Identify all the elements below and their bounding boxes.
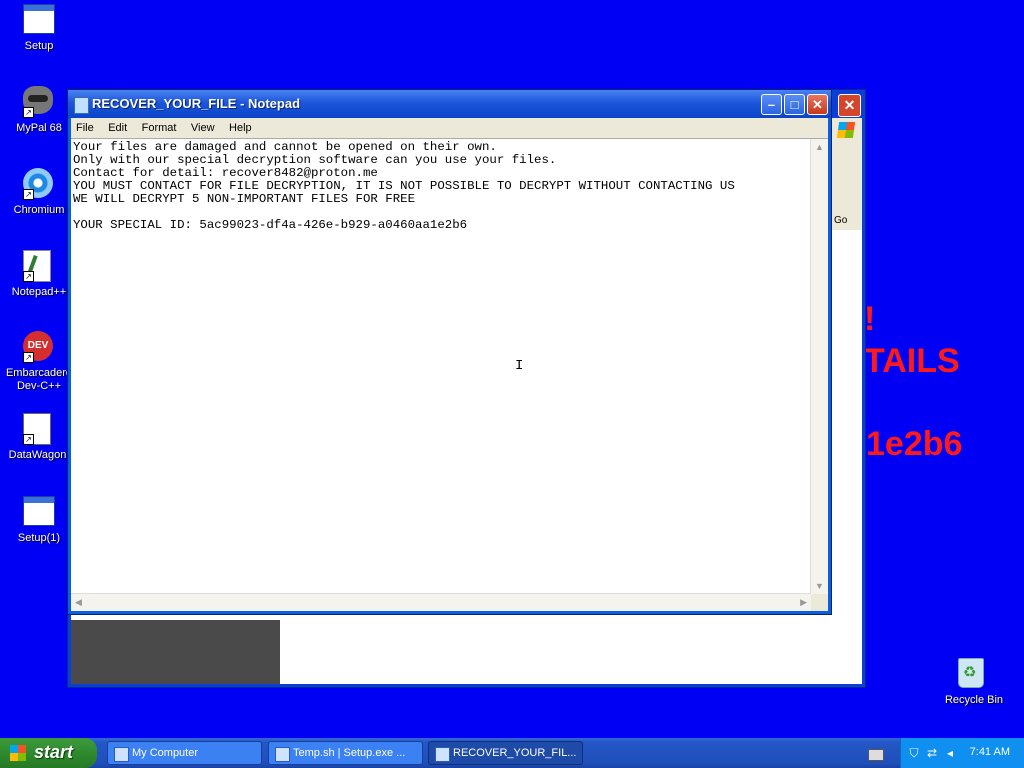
taskbar-item-my-computer[interactable]: My Computer (107, 741, 262, 765)
menu-format[interactable]: Format (137, 119, 182, 134)
taskbar-item-label: My Computer (132, 747, 199, 759)
taskbar-item-label: RECOVER_YOUR_FIL... (453, 747, 577, 759)
start-button[interactable]: start (0, 738, 97, 768)
back-window-dark-panel (71, 620, 280, 684)
window-icon (23, 4, 55, 36)
notepad-icon (435, 747, 450, 762)
notepadpp-icon: ↗ (23, 250, 55, 282)
setup-exe-icon (275, 747, 290, 762)
security-shield-icon[interactable]: ⛉ (907, 746, 921, 760)
go-button[interactable]: Go (834, 215, 858, 226)
taskbar-item-temp-sh[interactable]: Temp.sh | Setup.exe ... (268, 741, 423, 765)
desktop-icon-label: Recycle Bin (944, 694, 1004, 706)
document-icon: ↗ (23, 413, 55, 445)
maximize-button[interactable]: □ (784, 94, 805, 115)
scroll-up-icon[interactable]: ▲ (815, 142, 824, 152)
desktop-icon-setup[interactable]: Setup (0, 4, 78, 53)
background-ransom-text: 1e2b6 (866, 425, 963, 463)
notepad-window[interactable]: RECOVER_YOUR_FILE - Notepad – □ ✕ File E… (67, 89, 832, 615)
ransom-note-text[interactable]: Your files are damaged and cannot be ope… (73, 141, 810, 593)
volume-icon[interactable]: ◂ (943, 746, 957, 760)
menu-bar: File Edit Format View Help (71, 118, 828, 138)
vertical-scrollbar[interactable]: ▲ ▼ (810, 139, 828, 594)
keyboard-icon[interactable] (868, 749, 884, 761)
raccoon-icon: ↗ (23, 86, 55, 118)
taskbar-item-notepad[interactable]: RECOVER_YOUR_FIL... (428, 741, 583, 765)
notepad-icon (74, 97, 89, 114)
taskbar: start My Computer Temp.sh | Setup.exe ..… (0, 738, 1024, 768)
desktop-icon-recycle-bin[interactable]: Recycle Bin (935, 658, 1013, 707)
background-ransom-text: TAILS (864, 342, 960, 380)
text-editor-area[interactable]: Your files are damaged and cannot be ope… (71, 138, 828, 611)
window-icon (23, 496, 55, 528)
notepad-title-bar[interactable]: RECOVER_YOUR_FILE - Notepad – □ ✕ (68, 90, 831, 118)
system-tray: ⛉ ⇄ ◂ 7:41 AM (900, 738, 1024, 768)
taskbar-item-label: Temp.sh | Setup.exe ... (293, 747, 406, 759)
network-icon[interactable]: ⇄ (925, 746, 939, 760)
desktop-icon-label: Setup (24, 40, 54, 52)
menu-help[interactable]: Help (224, 119, 257, 134)
back-window-close-button[interactable]: ✕ (838, 94, 861, 117)
back-window-toolbar (829, 118, 862, 230)
windows-logo-icon (836, 122, 856, 138)
scroll-down-icon[interactable]: ▼ (815, 581, 824, 591)
resize-grip[interactable] (811, 594, 828, 611)
menu-edit[interactable]: Edit (103, 119, 132, 134)
devcpp-icon: DEV ↗ (23, 331, 55, 363)
chromium-icon: ↗ (23, 168, 55, 200)
clock[interactable]: 7:41 AM (970, 746, 1010, 758)
recycle-bin-icon (958, 658, 990, 690)
window-title: RECOVER_YOUR_FILE - Notepad (92, 96, 301, 111)
close-button[interactable]: ✕ (807, 94, 828, 115)
start-label: start (34, 742, 74, 762)
menu-view[interactable]: View (186, 119, 220, 134)
scroll-left-icon[interactable]: ◀ (75, 597, 82, 608)
scroll-right-icon[interactable]: ▶ (800, 597, 807, 608)
minimize-button[interactable]: – (761, 94, 782, 115)
computer-icon (114, 747, 129, 762)
menu-file[interactable]: File (71, 119, 99, 134)
horizontal-scrollbar[interactable]: ◀ ▶ (71, 593, 811, 611)
text-cursor-icon: I (515, 358, 524, 374)
windows-logo-icon (10, 745, 26, 761)
